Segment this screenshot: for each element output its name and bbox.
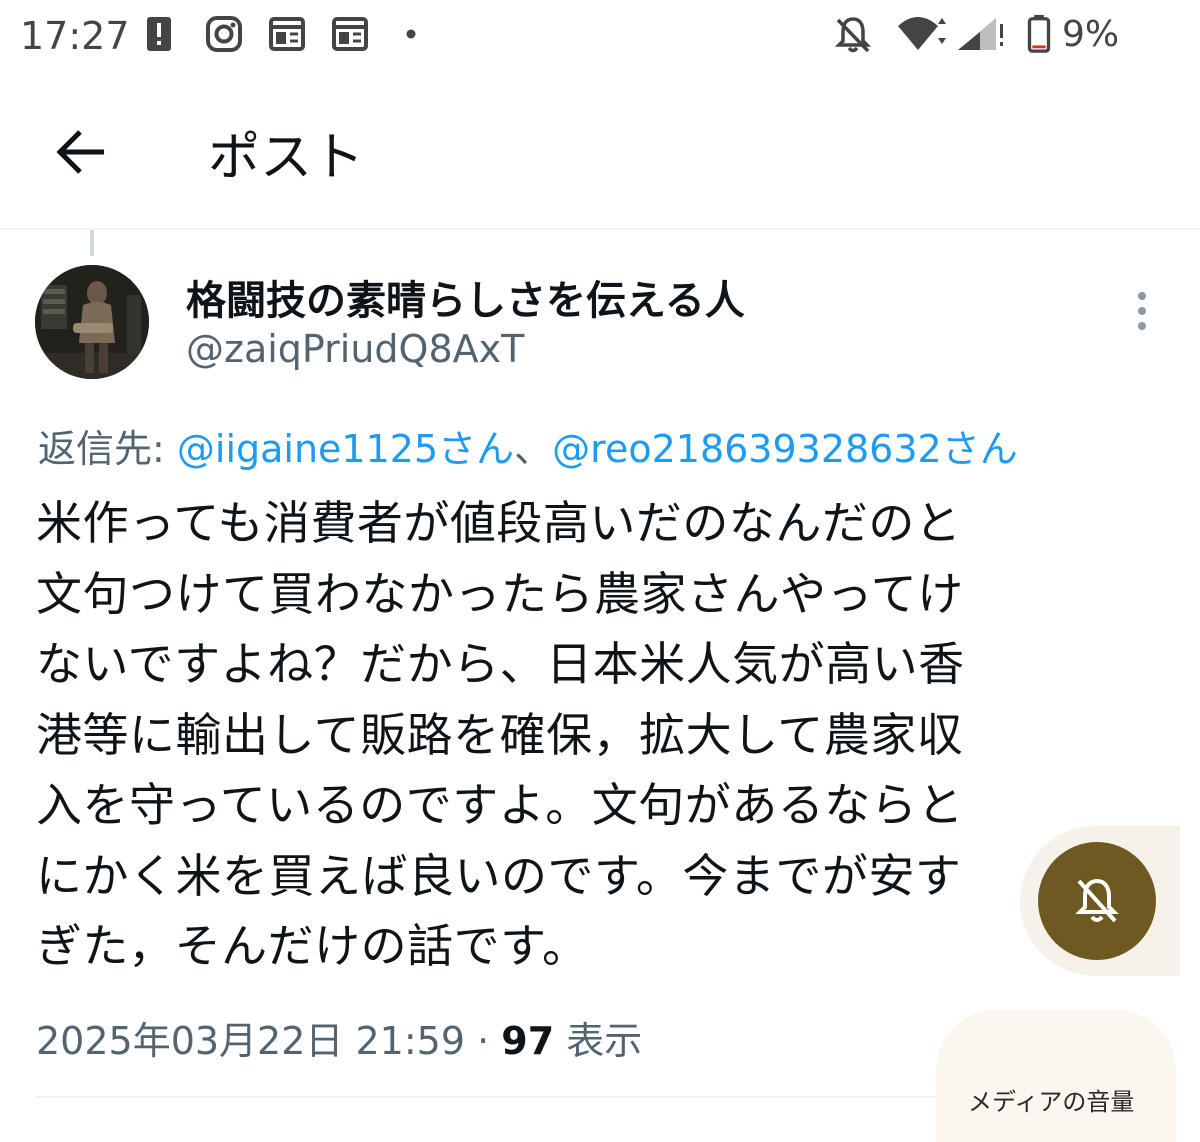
mention-link[interactable]: @iigaine1125さん <box>177 427 514 471</box>
post-meta: 2025年03月22日 21:59 · 97 表示 <box>36 1010 642 1065</box>
reply-to-prefix: 返信先: <box>38 427 177 471</box>
back-button[interactable] <box>50 120 114 184</box>
more-vertical-icon <box>1138 292 1146 330</box>
mention-link[interactable]: @reo218639328632さん <box>552 427 1018 471</box>
arrow-left-icon <box>56 130 104 174</box>
wifi-icon <box>898 17 946 50</box>
mention-separator: 、 <box>514 427 553 471</box>
post-text-line: ないですよね？だから、日本米人気が高い香 <box>36 637 965 691</box>
views-count: 97 <box>501 1019 555 1063</box>
media-volume-label: メディアの音量 <box>968 1088 1135 1116</box>
page-header: ポスト <box>0 90 1200 220</box>
author-display-name[interactable]: 格闘技の素晴らしさを伝える人 <box>186 268 745 326</box>
author-handle[interactable]: @zaiqPriudQ8AxT <box>186 327 524 371</box>
thread-connector <box>90 230 94 256</box>
post-text-line: 港等に輸出して販路を確保，拡大して農家収 <box>36 707 964 762</box>
header-divider <box>0 228 1200 230</box>
battery-percent: 9% <box>1062 14 1120 55</box>
post-text: 米作っても消費者が値段高いだのなんだのと 文句つけて買わなかったら農家さんやって… <box>36 488 1146 982</box>
more-options-button[interactable] <box>1124 288 1160 336</box>
notifications-off-icon <box>834 17 872 53</box>
meta-divider <box>36 1096 1076 1098</box>
post-text-line: にかく米を買えば良いのです。今までが安す <box>36 848 962 903</box>
dot-icon <box>406 29 416 39</box>
post-text-line: 文句つけて買わなかったら農家さんやってけ <box>36 566 964 621</box>
post-timestamp[interactable]: 2025年03月22日 21:59 <box>36 1019 465 1063</box>
media-volume-panel <box>936 1010 1176 1142</box>
bell-off-icon <box>1075 878 1119 923</box>
news-icon <box>332 17 368 51</box>
post-text-line: ぎた，そんだけの話です。 <box>36 919 589 973</box>
views-label: 表示 <box>554 1019 643 1063</box>
avatar-image <box>35 265 149 379</box>
status-time: 17:27 <box>20 14 130 58</box>
reply-to-line: 返信先: @iigaine1125さん、@reo218639328632さん <box>38 418 1018 473</box>
alert-icon <box>147 17 171 51</box>
post-text-line: 入を守っているのですよ。文句があるならと <box>36 778 964 832</box>
instagram-icon <box>206 16 242 52</box>
mute-toggle-button[interactable] <box>1038 842 1156 960</box>
battery-icon <box>1027 14 1051 53</box>
meta-separator: · <box>465 1019 502 1063</box>
post-text-line: 米作っても消費者が値段高いだのなんだのと <box>36 496 962 550</box>
news-icon <box>269 17 305 51</box>
signal-icon <box>958 18 1003 50</box>
page-title: ポスト <box>208 128 365 188</box>
status-bar: 17:27 9% <box>0 0 1200 72</box>
avatar[interactable] <box>35 265 149 379</box>
